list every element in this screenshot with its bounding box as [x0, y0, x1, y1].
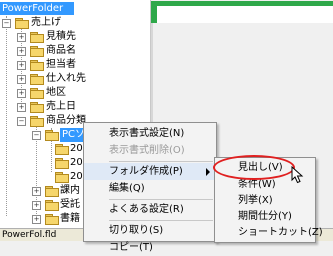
- collapse-icon[interactable]: −: [17, 117, 26, 126]
- status-text: PowerFol.fld: [2, 230, 57, 240]
- collapse-icon[interactable]: −: [32, 131, 41, 140]
- expand-icon[interactable]: +: [17, 61, 26, 70]
- folder-icon: [45, 200, 59, 211]
- expand-icon[interactable]: +: [17, 33, 26, 42]
- submenu-arrow-icon: [206, 168, 210, 176]
- folder-icon: [30, 102, 44, 113]
- folder-icon: [55, 172, 69, 183]
- menu-item-create-folder[interactable]: フォルダ作成(P): [84, 163, 216, 180]
- expand-icon[interactable]: +: [17, 103, 26, 112]
- tree-node-mitsumorisaki[interactable]: + 見積先: [0, 30, 150, 44]
- folder-icon: [45, 186, 59, 197]
- collapse-icon[interactable]: −: [2, 19, 11, 28]
- tree-node-uriage[interactable]: − 売上げ: [0, 16, 150, 30]
- tree-node-label: 売上げ: [31, 17, 61, 28]
- tree-node-label: 課内: [60, 185, 80, 196]
- submenu-item-enumerate[interactable]: 列挙(X): [215, 192, 315, 209]
- expand-icon[interactable]: +: [17, 75, 26, 84]
- tree-node-shiiresaki[interactable]: + 仕入れ先: [0, 72, 150, 86]
- context-menu: 表示書式設定(N) 表示書式削除(O) フォルダ作成(P) 編集(Q) よくある…: [83, 122, 217, 253]
- header-panel: [151, 1, 333, 23]
- tree-node-label: 地区: [46, 87, 66, 98]
- folder-icon: [30, 60, 44, 71]
- tree-root-powerfolder[interactable]: PowerFolder: [0, 2, 74, 15]
- menu-item-display-format-set[interactable]: 表示書式設定(N): [84, 125, 216, 142]
- tree-node-label: 商品分類: [46, 115, 86, 126]
- folder-icon: [15, 18, 29, 29]
- folder-icon: [30, 88, 44, 99]
- folder-icon: [45, 214, 59, 225]
- expand-icon[interactable]: +: [17, 47, 26, 56]
- expand-icon[interactable]: +: [17, 89, 26, 98]
- expand-icon[interactable]: +: [32, 215, 41, 224]
- folder-icon: [30, 74, 44, 85]
- tree-node-tantosha[interactable]: + 担当者: [0, 58, 150, 72]
- menu-item-copy[interactable]: コピー(T): [84, 239, 216, 256]
- tree-node-shohinmei[interactable]: + 商品名: [0, 44, 150, 58]
- menu-separator: [109, 220, 213, 221]
- submenu-item-period-sort[interactable]: 期間仕分(Y): [215, 208, 315, 225]
- open-folder-icon: [45, 130, 59, 141]
- tree-node-uriagebi[interactable]: + 売上日: [0, 100, 150, 114]
- tree-node-label: 商品名: [46, 45, 76, 56]
- tree-node-label: 担当者: [46, 59, 76, 70]
- menu-item-cut[interactable]: 切り取り(S): [84, 222, 216, 239]
- expand-icon[interactable]: +: [32, 187, 41, 196]
- tree-node-label: 仕入れ先: [46, 73, 86, 84]
- menu-item-common-settings[interactable]: よくある設定(R): [84, 201, 216, 218]
- expand-icon[interactable]: +: [32, 201, 41, 210]
- tree-node-label: 見積先: [46, 31, 76, 42]
- menu-separator: [109, 199, 213, 200]
- tree-node-chiku[interactable]: + 地区: [0, 86, 150, 100]
- mouse-cursor-icon: [291, 166, 304, 184]
- menu-item-display-format-delete[interactable]: 表示書式削除(O): [84, 142, 216, 159]
- submenu-item-shortcut[interactable]: ショートカット(Z): [215, 224, 323, 241]
- folder-icon: [55, 144, 69, 155]
- folder-icon: [30, 116, 44, 127]
- tree-node-label: 受託: [60, 199, 80, 210]
- folder-icon: [30, 46, 44, 57]
- folder-icon: [30, 32, 44, 43]
- tree-node-label: 書籍: [60, 213, 80, 224]
- menu-item-label: フォルダ作成(P): [109, 166, 183, 177]
- tree-node-label: 売上日: [46, 101, 76, 112]
- folder-icon: [55, 158, 69, 169]
- menu-item-edit[interactable]: 編集(Q): [84, 180, 216, 197]
- menu-separator: [109, 161, 213, 162]
